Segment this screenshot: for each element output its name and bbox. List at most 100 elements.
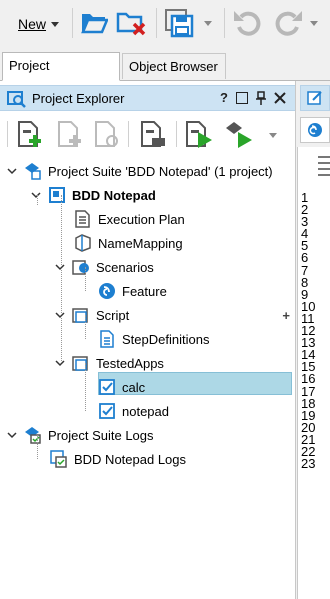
chevron-down-icon[interactable] (6, 429, 18, 441)
save-dropdown-arrow-icon[interactable] (204, 20, 212, 26)
run-suite-icon[interactable] (224, 120, 254, 150)
tree-item-bdd-notepad-logs[interactable]: BDD Notepad Logs (50, 447, 186, 471)
redo-dropdown-arrow-icon[interactable] (310, 20, 318, 26)
panel-title: Project Explorer (32, 91, 125, 106)
toolbar-grip (7, 121, 8, 147)
tree-item-label: TestedApps (96, 355, 164, 371)
toolbar-separator (128, 121, 129, 147)
name-mapping-icon (74, 234, 92, 252)
new-dropdown-arrow-icon[interactable] (51, 21, 60, 27)
tree-line (85, 315, 86, 339)
tree-item-label: notepad (122, 403, 169, 419)
tested-apps-icon (72, 354, 90, 372)
tree-item-calc[interactable]: calc (98, 375, 145, 399)
tab-object-browser[interactable]: Object Browser (122, 53, 226, 79)
feature-icon (308, 123, 322, 137)
tree-item-feature[interactable]: Feature (98, 279, 167, 303)
toolbar-separator (156, 8, 157, 38)
workspace-tabs: Project Workspace Object Browser (0, 48, 330, 99)
script-folder-icon (72, 306, 90, 324)
properties-icon[interactable] (138, 120, 168, 150)
maximize-icon[interactable] (236, 92, 248, 104)
add-existing-item-icon[interactable] (55, 120, 85, 150)
new-button[interactable]: New (18, 13, 60, 35)
tested-app-icon (98, 402, 116, 420)
project-suite-icon (24, 162, 42, 180)
tree-line (37, 435, 38, 459)
toolbar-separator (224, 8, 225, 38)
open-folder-icon (81, 14, 108, 34)
open-project-button[interactable] (80, 9, 108, 35)
project-explorer-icon (7, 91, 26, 108)
pin-icon[interactable] (255, 91, 267, 105)
run-project-icon[interactable] (184, 120, 214, 150)
tree-item-label: Script (96, 307, 130, 323)
undo-button[interactable] (232, 9, 262, 37)
tree-item-project-suite[interactable]: Project Suite 'BDD Notepad' (1 project) (6, 159, 273, 183)
chevron-down-icon[interactable] (30, 189, 42, 201)
explorer-toolbar (0, 115, 295, 155)
tree-item-stepdefinitions[interactable]: StepDefinitions (98, 327, 209, 351)
project-icon (48, 186, 66, 204)
tree-item-label: BDD Notepad Logs (74, 451, 187, 467)
tree-item-label: Execution Plan (98, 211, 185, 227)
suite-logs-icon (24, 426, 42, 444)
toolbar-separator (176, 121, 177, 147)
panel-header: Project Explorer ? (0, 85, 295, 111)
tree-line (37, 195, 38, 205)
tree-line (85, 363, 86, 411)
undo-icon (234, 11, 261, 36)
tree-line (61, 195, 62, 365)
tree-item-script[interactable]: Script + (54, 303, 290, 327)
new-label: New (18, 16, 47, 32)
add-script-button[interactable]: + (282, 308, 290, 323)
save-all-icon (165, 9, 194, 38)
tree-item-label: StepDefinitions (122, 331, 210, 347)
tree-item-label: Project Suite 'BDD Notepad' (1 project) (48, 163, 273, 179)
tree-item-testedapps[interactable]: TestedApps (54, 351, 164, 375)
chevron-down-icon[interactable] (54, 261, 66, 273)
add-item-icon[interactable] (15, 120, 45, 150)
chevron-down-icon[interactable] (6, 165, 18, 177)
close-project-icon (116, 12, 146, 36)
tree-item-label: NameMapping (98, 235, 183, 251)
edit-icon (307, 91, 322, 105)
remove-item-icon[interactable] (92, 120, 122, 150)
tree-item-label: calc (122, 379, 146, 395)
project-explorer-panel: Project Explorer ? Project Suite 'BDD No… (0, 81, 296, 599)
code-editor[interactable]: 1 2 3 4 5 6 7 8 9 10 11 12 13 14 15 16 17 18 19 20 21 22 23 (297, 147, 330, 599)
tree-item-project-suite-logs[interactable]: Project Suite Logs (6, 423, 154, 447)
line-number: 23 (301, 456, 316, 472)
redo-icon (275, 11, 302, 36)
tree-item-scenarios[interactable]: Scenarios (54, 255, 154, 279)
editor-tab[interactable] (300, 85, 330, 111)
tree-item-label: Scenarios (96, 259, 154, 275)
run-dropdown-arrow-icon[interactable] (269, 133, 277, 138)
tree-item-execution-plan[interactable]: Execution Plan (74, 207, 185, 231)
editor-toolbar-grip-icon (318, 156, 330, 176)
redo-button[interactable] (274, 9, 318, 37)
close-icon[interactable] (274, 92, 286, 104)
toolbar-separator (72, 8, 73, 38)
tree-item-project[interactable]: BDD Notepad (30, 183, 156, 207)
editor-pane: 1 2 3 4 5 6 7 8 9 10 11 12 13 14 15 16 17 18 19 20 21 22 23 (297, 81, 330, 599)
line-number-gutter: 1 2 3 4 5 6 7 8 9 10 11 12 13 14 15 16 17 18 19 20 21 22 23 (301, 191, 316, 472)
tree-item-label: Project Suite Logs (48, 427, 154, 443)
help-icon[interactable]: ? (220, 90, 228, 105)
tree-item-label: Feature (122, 283, 167, 299)
tab-project-workspace[interactable]: Project Workspace (2, 52, 120, 99)
chevron-down-icon[interactable] (54, 357, 66, 369)
close-project-button[interactable] (116, 9, 148, 37)
main-toolbar: New (0, 0, 330, 48)
tree-item-notepad[interactable]: notepad (98, 399, 169, 423)
save-all-button[interactable] (164, 8, 212, 38)
chevron-down-icon[interactable] (54, 309, 66, 321)
script-file-icon (98, 330, 116, 348)
tree-line (85, 267, 86, 291)
feature-file-tab[interactable] (300, 117, 330, 143)
tree-item-namemapping[interactable]: NameMapping (74, 231, 183, 255)
scenarios-icon (72, 258, 90, 276)
tree-item-label: BDD Notepad (72, 187, 156, 203)
tested-app-icon (98, 378, 116, 396)
execution-plan-icon (74, 210, 92, 228)
